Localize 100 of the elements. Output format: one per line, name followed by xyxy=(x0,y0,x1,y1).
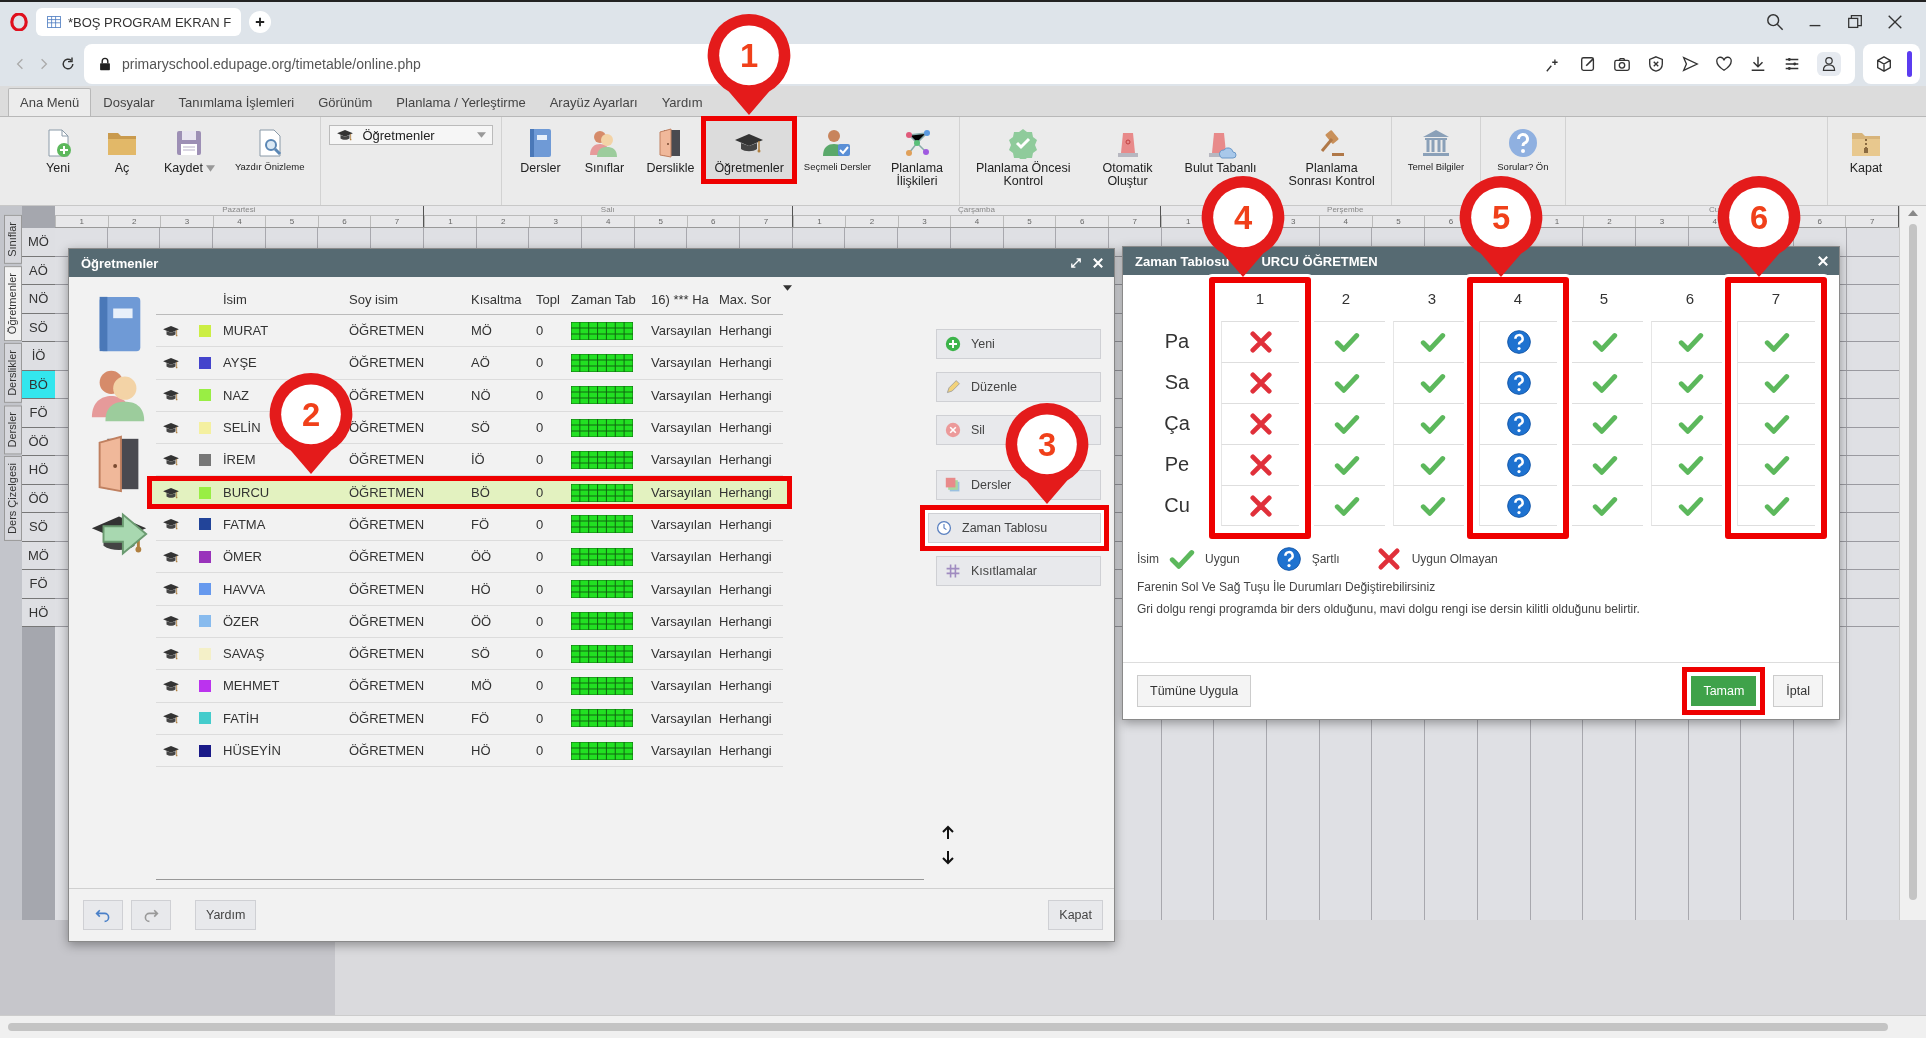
row-label[interactable]: BÖ xyxy=(22,370,55,399)
undo-button[interactable] xyxy=(83,900,123,930)
availability-cell[interactable] xyxy=(1479,444,1557,485)
row-label[interactable]: AÖ xyxy=(22,256,55,285)
scrollbar[interactable] xyxy=(0,1015,1926,1038)
ribbon-button[interactable]: Planlama Sonrası Kontrol xyxy=(1280,121,1383,193)
ribbon-button[interactable]: Dersler xyxy=(510,121,571,180)
side-tab[interactable]: Dersler xyxy=(4,404,22,455)
row-label[interactable]: İÖ xyxy=(22,342,55,371)
dialog-button[interactable]: İptal xyxy=(1773,675,1823,707)
availability-cell[interactable] xyxy=(1737,403,1815,444)
row-label[interactable]: HÖ xyxy=(22,598,55,627)
menu-tab[interactable]: Arayüz Ayarları xyxy=(537,88,650,116)
address-field[interactable]: primaryschool.edupage.org/timetable/online.php xyxy=(122,56,421,72)
row-label[interactable]: FÖ xyxy=(22,399,55,428)
availability-cell[interactable] xyxy=(1479,485,1557,526)
column-header[interactable]: İsim xyxy=(223,292,349,307)
availability-cell[interactable] xyxy=(1479,321,1557,362)
expand-icon[interactable] xyxy=(1070,257,1082,269)
column-header[interactable]: Soy isim xyxy=(349,292,471,307)
restore-icon[interactable] xyxy=(1846,13,1864,31)
scrollbar[interactable] xyxy=(1899,204,1926,920)
close-icon[interactable] xyxy=(1092,257,1104,269)
view-dropdown[interactable]: Öğretmenler xyxy=(329,125,494,145)
row-label[interactable]: SÖ xyxy=(22,313,55,342)
table-row[interactable]: MEHMET ÖĞRETMEN MÖ 0 Varsayılan Herhangi xyxy=(156,670,783,703)
column-header[interactable]: Topl xyxy=(536,292,571,307)
caret-icon[interactable] xyxy=(783,285,792,291)
availability-cell[interactable] xyxy=(1737,321,1815,362)
ribbon-button[interactable]: Otomatik Oluştur xyxy=(1094,121,1161,193)
reload-icon[interactable] xyxy=(60,56,76,72)
table-row[interactable]: MURAT ÖĞRETMEN MÖ 0 Varsayılan Herhangi xyxy=(156,315,783,348)
table-row[interactable]: FATMA ÖĞRETMEN FÖ 0 Varsayılan Herhangi xyxy=(156,508,783,542)
side-tab[interactable]: Öğretmenler xyxy=(4,265,22,341)
availability-cell[interactable] xyxy=(1737,444,1815,485)
menu-tab[interactable]: Tanımlama İşlemleri xyxy=(166,88,307,116)
table-row[interactable]: ÖZER ÖĞRETMEN ÖÖ 0 Varsayılan Herhangi xyxy=(156,605,783,638)
help-button[interactable]: Yardım xyxy=(195,900,257,930)
arrow-down-icon[interactable] xyxy=(942,851,954,865)
action-button[interactable]: Yeni xyxy=(936,329,1101,359)
table-row[interactable]: HÜSEYİN ÖĞRETMEN HÖ 0 Varsayılan Herhangi xyxy=(156,734,783,768)
row-label[interactable]: MÖ xyxy=(22,228,55,257)
ribbon-button[interactable]: Seçmeli Dersler xyxy=(795,121,879,176)
ribbon-button[interactable]: Derslikle xyxy=(638,121,703,180)
dialog-button[interactable]: Tümüne Uygula xyxy=(1137,675,1252,707)
download-icon[interactable] xyxy=(1749,55,1767,73)
row-label[interactable]: SÖ xyxy=(22,513,55,542)
menu-tab[interactable]: Dosyalar xyxy=(91,88,167,116)
camera-icon[interactable] xyxy=(1613,55,1631,73)
close-button[interactable]: Kapat xyxy=(1048,900,1103,930)
arrow-up-icon[interactable] xyxy=(942,825,954,839)
browser-logo[interactable] xyxy=(10,13,28,31)
column-header[interactable]: Kısaltma xyxy=(471,292,536,307)
action-button[interactable]: Zaman Tablosu xyxy=(920,505,1109,551)
availability-cell[interactable] xyxy=(1221,403,1299,444)
ribbon-button[interactable]: Temel Bilgiler xyxy=(1399,121,1473,176)
cube-icon[interactable] xyxy=(1875,55,1893,73)
shield-icon[interactable] xyxy=(1647,55,1665,73)
browser-tab[interactable]: *BOŞ PROGRAM EKRAN F xyxy=(36,8,242,36)
settings-icon[interactable] xyxy=(1783,55,1801,73)
table-row[interactable]: HAVVA ÖĞRETMEN HÖ 0 Varsayılan Herhangi xyxy=(156,573,783,606)
column-header[interactable]: Zaman Tab xyxy=(571,292,651,307)
ribbon-button[interactable]: Yazdır Önizleme xyxy=(226,121,313,176)
ribbon-button[interactable]: Aç xyxy=(92,121,152,180)
table-row[interactable]: AYŞE ÖĞRETMEN AÖ 0 Varsayılan Herhangi xyxy=(156,347,783,380)
menu-tab[interactable]: Planlama / Yerleştirme xyxy=(384,88,538,116)
close-icon[interactable] xyxy=(1817,255,1829,267)
availability-cell[interactable] xyxy=(1479,362,1557,403)
ribbon-button[interactable]: Planlama İlişkileri xyxy=(882,121,952,193)
ribbon-button[interactable]: Bulut Tabanlı xyxy=(1176,121,1265,180)
action-button[interactable]: Düzenle xyxy=(936,372,1101,402)
availability-cell[interactable] xyxy=(1221,321,1299,362)
action-button[interactable]: Kısıtlamalar xyxy=(936,556,1101,586)
edit-icon[interactable] xyxy=(1579,55,1597,73)
column-header[interactable]: Max. Sor xyxy=(719,292,783,307)
row-label[interactable]: ÖÖ xyxy=(22,427,55,456)
side-tab[interactable]: Sınıflar xyxy=(4,215,22,264)
menu-tab[interactable]: Görünüm xyxy=(306,88,385,116)
availability-cell[interactable] xyxy=(1479,403,1557,444)
availability-cell[interactable] xyxy=(1221,485,1299,526)
row-label[interactable]: MÖ xyxy=(22,541,55,570)
profile-button[interactable] xyxy=(1817,52,1841,76)
search-icon[interactable] xyxy=(1766,13,1784,31)
ribbon-button[interactable]: Kapat xyxy=(1836,121,1896,180)
close-icon[interactable] xyxy=(1886,13,1904,31)
row-label[interactable]: ÖÖ xyxy=(22,484,55,513)
ribbon-button[interactable]: Öğretmenler xyxy=(701,116,797,185)
table-row[interactable]: BURCU ÖĞRETMEN BÖ 0 Varsayılan Herhangi xyxy=(147,476,792,509)
availability-cell[interactable] xyxy=(1737,485,1815,526)
column-header[interactable]: 16) *** Ha xyxy=(651,292,719,307)
send-icon[interactable] xyxy=(1681,55,1699,73)
row-label[interactable]: HÖ xyxy=(22,456,55,485)
side-tab[interactable]: Derslikler xyxy=(4,343,22,403)
ribbon-button[interactable]: Planlama Öncesi Kontrol xyxy=(968,121,1079,193)
table-row[interactable]: SAVAŞ ÖĞRETMEN SÖ 0 Varsayılan Herhangi xyxy=(156,637,783,671)
side-tab[interactable]: Ders Çizelgesi xyxy=(4,456,22,542)
availability-cell[interactable] xyxy=(1737,362,1815,403)
heart-icon[interactable] xyxy=(1715,55,1733,73)
row-label[interactable]: NÖ xyxy=(22,285,55,314)
menu-tab[interactable]: Ana Menü xyxy=(8,88,92,116)
